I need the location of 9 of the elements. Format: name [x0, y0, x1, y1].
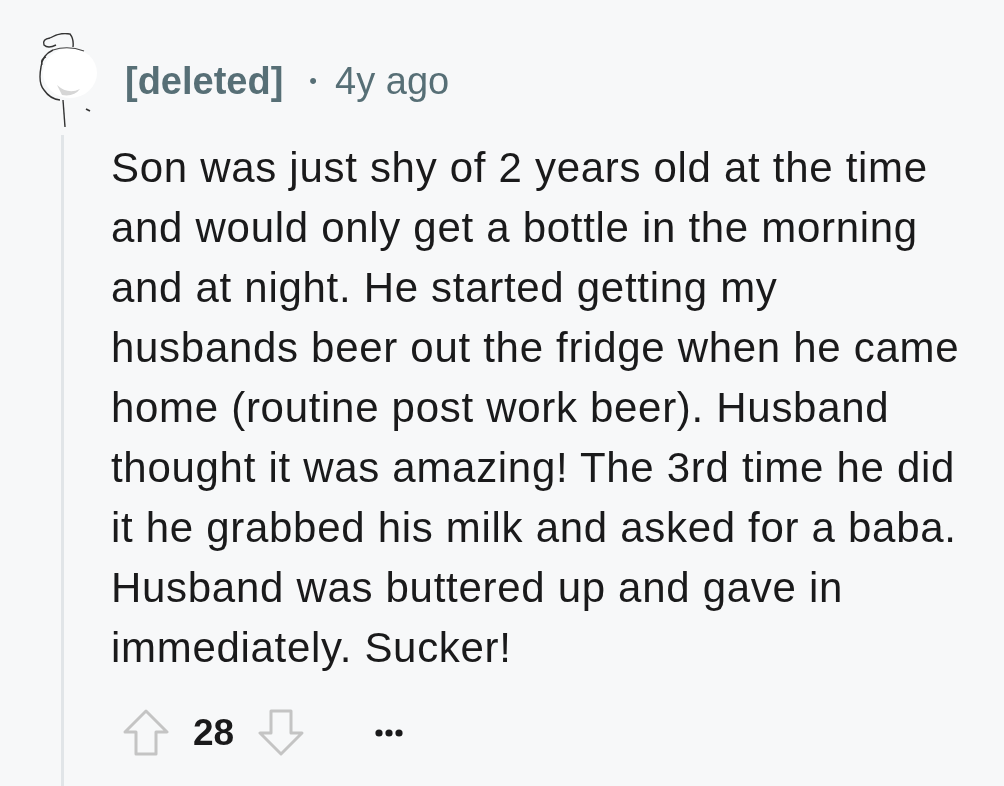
timestamp: 4y ago [335, 62, 450, 100]
avatar-icon [38, 33, 98, 129]
up-arrow-icon[interactable] [123, 709, 169, 756]
comment-text: Son was just shy of 2 years old at the time and would only get a bottle in the morning and at night. He started getting my husbands beer out the fridge when he came home (routine post work beer). Husband thought it was amazing! The 3rd time he did it he grabbed his milk and asked for a baba. Husband was buttered up and gave in immediately. Sucker! [111, 143, 961, 673]
ellipsis-icon[interactable] [375, 728, 404, 737]
username[interactable]: [deleted] [125, 62, 284, 100]
vote-count: 28 [193, 714, 235, 751]
down-arrow-icon[interactable] [258, 709, 305, 756]
separator-dot: • [309, 70, 318, 92]
